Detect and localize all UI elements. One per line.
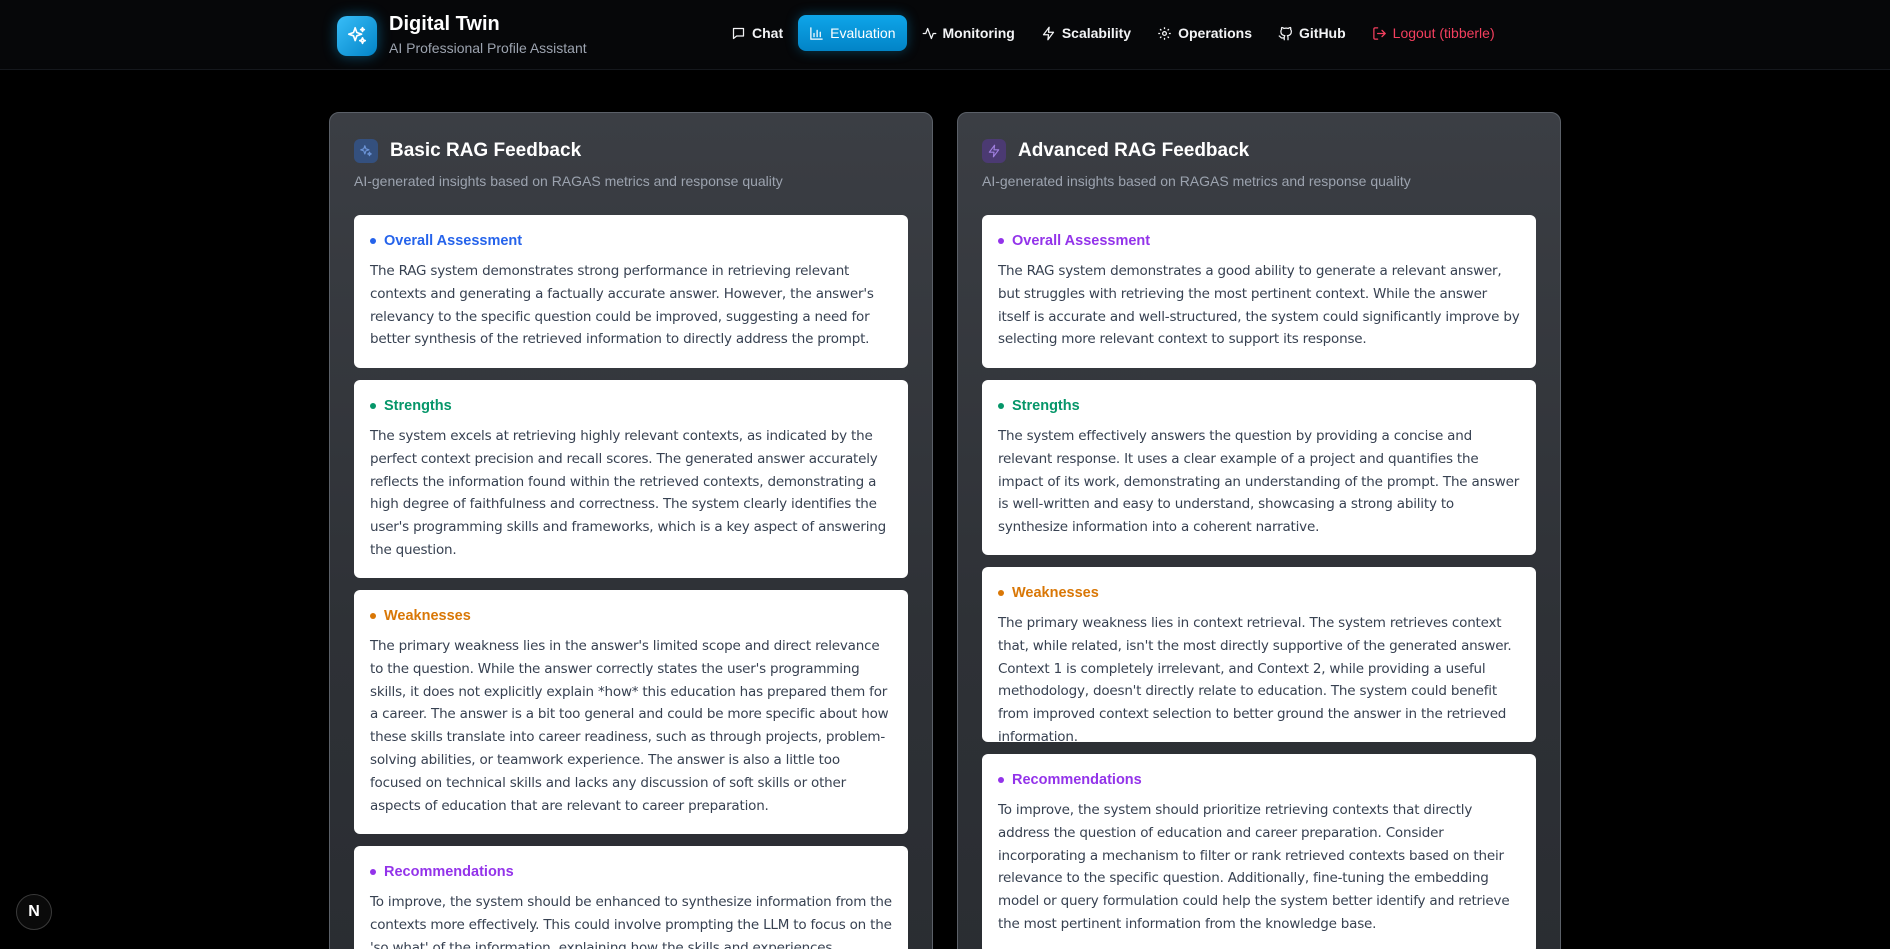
sparkles-icon (354, 139, 378, 163)
card-body: To improve, the system should prioritize… (998, 802, 1510, 932)
overall-assessment-card: Overall Assessment The RAG system demons… (982, 215, 1536, 368)
bar-chart-icon (810, 26, 823, 40)
card-heading: Weaknesses (384, 608, 471, 624)
logout-icon (1372, 26, 1386, 40)
nav-chat[interactable]: Chat (720, 15, 794, 51)
card-heading: Strengths (384, 398, 452, 414)
sparkles-logo-icon (337, 15, 377, 56)
weaknesses-card: Weaknesses The primary weakness lies in … (354, 590, 908, 834)
nav-evaluation[interactable]: Evaluation (798, 15, 907, 51)
gear-icon (1158, 26, 1171, 40)
main-nav: Chat Evaluation Monitoring Scalability O… (720, 15, 1510, 51)
sparkles-icon (982, 139, 1006, 163)
card-body: The primary weakness lies in the answer'… (370, 638, 889, 814)
nav-operations[interactable]: Operations (1146, 15, 1263, 51)
nav-monitoring[interactable]: Monitoring (911, 15, 1026, 51)
bullet-dot (998, 777, 1004, 783)
card-heading: Recommendations (1012, 772, 1142, 788)
nav-monitoring-label: Monitoring (942, 25, 1015, 41)
message-square-icon (732, 27, 745, 39)
overall-assessment-card: Overall Assessment The RAG system demons… (354, 215, 908, 368)
bullet-dot (998, 403, 1004, 409)
card-heading: Weaknesses (1012, 585, 1099, 601)
strengths-card: Strengths The system excels at retrievin… (354, 380, 908, 578)
card-body: The system effectively answers the quest… (998, 428, 1520, 536)
panel-title: Advanced RAG Feedback (1018, 140, 1250, 161)
advanced-rag-feedback-panel: Advanced RAG Feedback AI-generated insig… (957, 112, 1561, 949)
nav-operations-label: Operations (1178, 25, 1252, 41)
brand[interactable]: Digital Twin AI Professional Profile Ass… (337, 13, 587, 58)
github-icon (1278, 26, 1293, 40)
zap-icon (1042, 26, 1054, 40)
card-body: The RAG system demonstrates strong perfo… (370, 263, 874, 348)
nav-chat-label: Chat (752, 25, 784, 41)
card-heading: Overall Assessment (1012, 233, 1151, 249)
app-subtitle: AI Professional Profile Assistant (389, 40, 587, 56)
panel-subtitle: AI-generated insights based on RAGAS met… (354, 173, 783, 189)
strengths-card: Strengths The system effectively answers… (982, 380, 1536, 555)
panel-subtitle: AI-generated insights based on RAGAS met… (982, 173, 1411, 189)
bullet-dot (998, 238, 1004, 244)
card-body: The RAG system demonstrates a good abili… (998, 263, 1520, 348)
card-body: The system excels at retrieving highly r… (370, 428, 886, 558)
card-heading: Overall Assessment (384, 233, 523, 249)
weaknesses-card: Weaknesses The primary weakness lies in … (982, 567, 1536, 745)
nav-github-label: GitHub (1299, 25, 1346, 41)
logout-button[interactable]: Logout (tibberle) (1361, 15, 1506, 51)
nav-evaluation-label: Evaluation (830, 25, 896, 41)
recommendations-card: Recommendations To improve, the system s… (982, 754, 1536, 949)
card-heading: Recommendations (384, 864, 514, 880)
bullet-dot (998, 590, 1004, 596)
nav-scalability-label: Scalability (1061, 25, 1132, 41)
bullet-dot (370, 613, 376, 619)
bullet-dot (370, 403, 376, 409)
top-header: Digital Twin AI Professional Profile Ass… (0, 0, 1890, 70)
card-heading: Strengths (1012, 398, 1080, 414)
bullet-dot (370, 869, 376, 875)
nav-scalability[interactable]: Scalability (1030, 15, 1142, 51)
basic-rag-feedback-panel: Basic RAG Feedback AI-generated insights… (329, 112, 933, 949)
bullet-dot (370, 238, 376, 244)
nav-github[interactable]: GitHub (1267, 15, 1357, 51)
panel-title: Basic RAG Feedback (390, 140, 582, 161)
activity-icon (922, 27, 936, 39)
app-title: Digital Twin (389, 13, 500, 35)
framework-badge-icon[interactable]: N (16, 894, 52, 930)
logout-label: Logout (tibberle) (1392, 25, 1495, 41)
framework-badge-label: N (28, 903, 40, 920)
card-body: To improve, the system should be enhance… (370, 894, 892, 949)
card-body: The primary weakness lies in context ret… (998, 615, 1512, 745)
recommendations-card: Recommendations To improve, the system s… (354, 846, 908, 949)
